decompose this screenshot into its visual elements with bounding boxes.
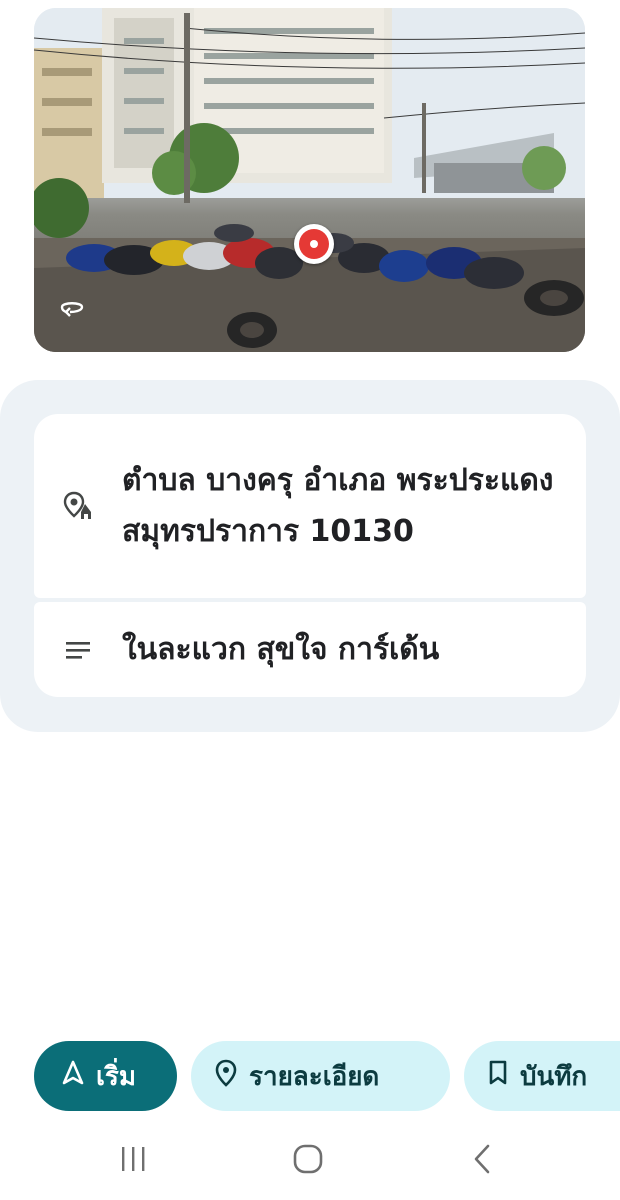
place-info-panel: ตำบล บางครุ อำเภอ พระประแดง สมุทรปราการ … xyxy=(0,380,620,732)
action-chips-row: เริ่ม รายละเอียด บันทึก xyxy=(0,1041,620,1111)
navigation-arrow-icon xyxy=(62,1060,84,1093)
start-label: เริ่ม xyxy=(96,1061,136,1092)
start-button[interactable]: เริ่ม xyxy=(34,1041,177,1111)
details-label: รายละเอียด xyxy=(249,1061,380,1092)
location-marker-icon[interactable] xyxy=(294,224,334,264)
save-button[interactable]: บันทึก xyxy=(464,1041,620,1111)
home-icon[interactable] xyxy=(278,1139,338,1179)
address-row[interactable]: ตำบล บางครุ อำเภอ พระประแดง สมุทรปราการ … xyxy=(34,414,586,598)
rotate-360-icon[interactable] xyxy=(56,298,96,326)
back-icon[interactable] xyxy=(452,1139,512,1179)
street-scene-illustration xyxy=(34,8,585,352)
system-nav-bar xyxy=(0,1125,620,1191)
nearby-row[interactable]: ในละแวก สุขใจ การ์เด้น xyxy=(34,602,586,697)
recents-icon[interactable] xyxy=(104,1139,164,1179)
details-button[interactable]: รายละเอียด xyxy=(191,1041,450,1111)
nearby-text: ในละแวก สุขใจ การ์เด้น xyxy=(122,632,440,667)
address-pin-icon xyxy=(34,490,122,522)
bookmark-icon xyxy=(488,1060,508,1093)
location-pin-icon xyxy=(215,1059,237,1094)
street-view-image[interactable] xyxy=(34,8,585,352)
notes-lines-icon xyxy=(34,639,122,661)
address-text: ตำบล บางครุ อำเภอ พระประแดง สมุทรปราการ … xyxy=(122,463,554,549)
place-detail-screen: ตำบล บางครุ อำเภอ พระประแดง สมุทรปราการ … xyxy=(0,0,620,1200)
save-label: บันทึก xyxy=(520,1061,588,1092)
